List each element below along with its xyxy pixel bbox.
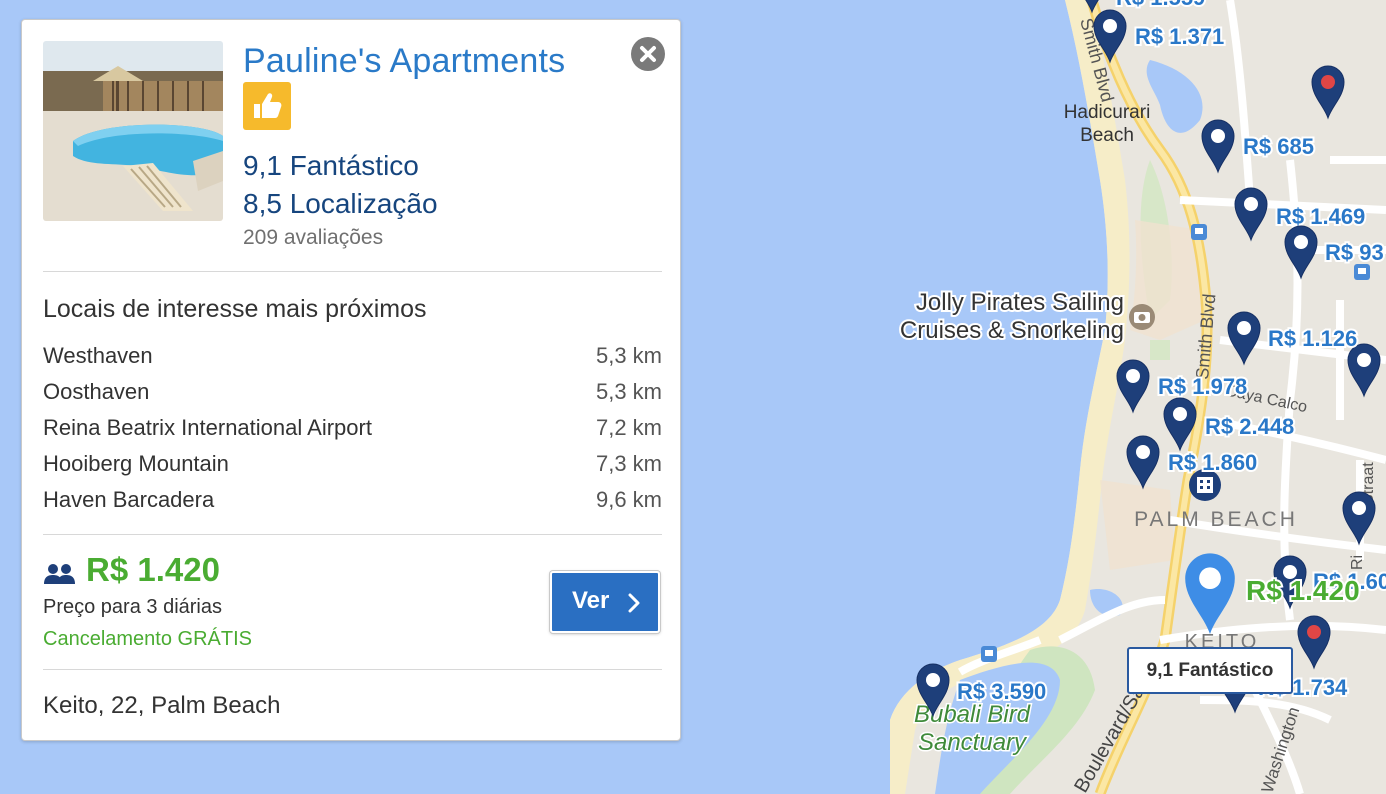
- place-label: Hadicurari: [1064, 102, 1151, 123]
- property-photo[interactable]: [43, 41, 223, 221]
- map-pin-dot: [1103, 19, 1117, 33]
- poi-heading: Locais de interesse mais próximos: [43, 295, 427, 323]
- map-pin-dot: [1126, 369, 1140, 383]
- price: R$ 1.420: [86, 551, 220, 588]
- map-price-label[interactable]: R$ 3.590: [955, 677, 1048, 706]
- map-price-label[interactable]: R$ 1.420: [1244, 573, 1362, 608]
- svg-text:Cruises & Snorkeling: Cruises & Snorkeling: [900, 317, 1124, 344]
- place-label: PALM BEACH: [1134, 508, 1298, 531]
- bus-stop-icon: [1191, 224, 1207, 240]
- property-info-card: Pauline's Apartments 9,1 Fantástico 8,5 …: [21, 19, 681, 741]
- map-pin-dot: [926, 673, 940, 687]
- map-tooltip: 9,1 Fantástico: [1127, 647, 1293, 694]
- map-pin-dot: [1352, 501, 1366, 515]
- map-pin-dot: [1307, 625, 1321, 639]
- poi-distance: 7,3 km: [595, 451, 662, 476]
- location-score: 8,5 Localização: [243, 188, 438, 219]
- price-note: Preço para 3 diárias: [43, 596, 222, 618]
- map-price-label[interactable]: R$ 1.978: [1156, 372, 1249, 401]
- address: Keito, 22, Palm Beach: [43, 692, 281, 719]
- free-cancellation: Cancelamento GRÁTIS: [43, 628, 252, 650]
- map-pin-dot: [1173, 407, 1187, 421]
- map-pin-dot: [1294, 235, 1308, 249]
- poi-item: Hooiberg Mountain 7,3 km: [43, 445, 662, 481]
- divider: [43, 534, 662, 535]
- poi-distance: 5,3 km: [595, 343, 662, 368]
- poi-item: Haven Barcadera 9,6 km: [43, 481, 662, 517]
- poi-item: Oosthaven 5,3 km: [43, 373, 662, 409]
- review-count: 209 avaliações: [243, 226, 384, 249]
- map-price-label[interactable]: R$ 93: [1323, 238, 1386, 267]
- divider: [43, 669, 662, 670]
- map-pin-dot: [1321, 75, 1335, 89]
- map-price-label[interactable]: R$ 2.448: [1203, 412, 1296, 441]
- map-pin-dot: [1199, 567, 1221, 590]
- poi-distance: 7,2 km: [595, 415, 662, 440]
- map-pin-dot: [1211, 129, 1225, 143]
- poi-name: Reina Beatrix International Airport: [43, 415, 372, 440]
- map-price-label[interactable]: R$ 1.559: [1114, 0, 1207, 12]
- map-pin-dot: [1237, 321, 1251, 335]
- map-pin-dot: [1244, 197, 1258, 211]
- park-area: [1150, 340, 1170, 360]
- place-label: Jolly Pirates Sailing Cruises & Snorkeli…: [898, 287, 1126, 346]
- close-button[interactable]: [631, 37, 665, 71]
- poi-name: Haven Barcadera: [43, 487, 215, 512]
- map-pin-dot: [1136, 445, 1150, 459]
- view-button[interactable]: Ver: [550, 571, 660, 633]
- view-button-label: Ver: [572, 587, 610, 614]
- review-score: 9,1 Fantástico: [243, 150, 419, 181]
- poi-list: Westhaven 5,3 km Oosthaven 5,3 km Reina …: [43, 337, 662, 517]
- map-price-label[interactable]: R$ 1.126: [1266, 324, 1359, 353]
- poi-name: Oosthaven: [43, 379, 150, 404]
- street-label: Ri: [1349, 555, 1366, 570]
- svg-text:Sanctuary: Sanctuary: [918, 729, 1028, 756]
- map-price-label[interactable]: R$ 1.860: [1166, 448, 1259, 477]
- poi-name: Hooiberg Mountain: [43, 451, 229, 476]
- poi-distance: 9,6 km: [595, 487, 662, 512]
- thumbs-up-icon: [243, 82, 291, 130]
- poi-item: Westhaven 5,3 km: [43, 337, 662, 373]
- place-label: Beach: [1080, 125, 1134, 146]
- map-price-label[interactable]: R$ 685: [1241, 132, 1316, 161]
- poi-distance: 5,3 km: [595, 379, 662, 404]
- map-price-label[interactable]: R$ 1.469: [1274, 202, 1367, 231]
- bus-stop-icon: [1354, 264, 1370, 280]
- poi-name: Westhaven: [43, 343, 153, 368]
- divider: [43, 271, 662, 272]
- chevron-right-icon: [628, 593, 640, 613]
- people-icon: [44, 564, 75, 584]
- bus-stop-icon: [981, 646, 997, 662]
- camera-icon[interactable]: [1129, 304, 1155, 330]
- poi-item: Reina Beatrix International Airport 7,2 …: [43, 409, 662, 445]
- close-icon: [640, 46, 656, 62]
- map-pin-dot: [1357, 353, 1371, 367]
- map-price-label[interactable]: R$ 1.371: [1133, 22, 1226, 51]
- svg-text:Jolly Pirates Sailing: Jolly Pirates Sailing: [916, 289, 1124, 316]
- property-title-link[interactable]: Pauline's Apartments: [243, 42, 565, 81]
